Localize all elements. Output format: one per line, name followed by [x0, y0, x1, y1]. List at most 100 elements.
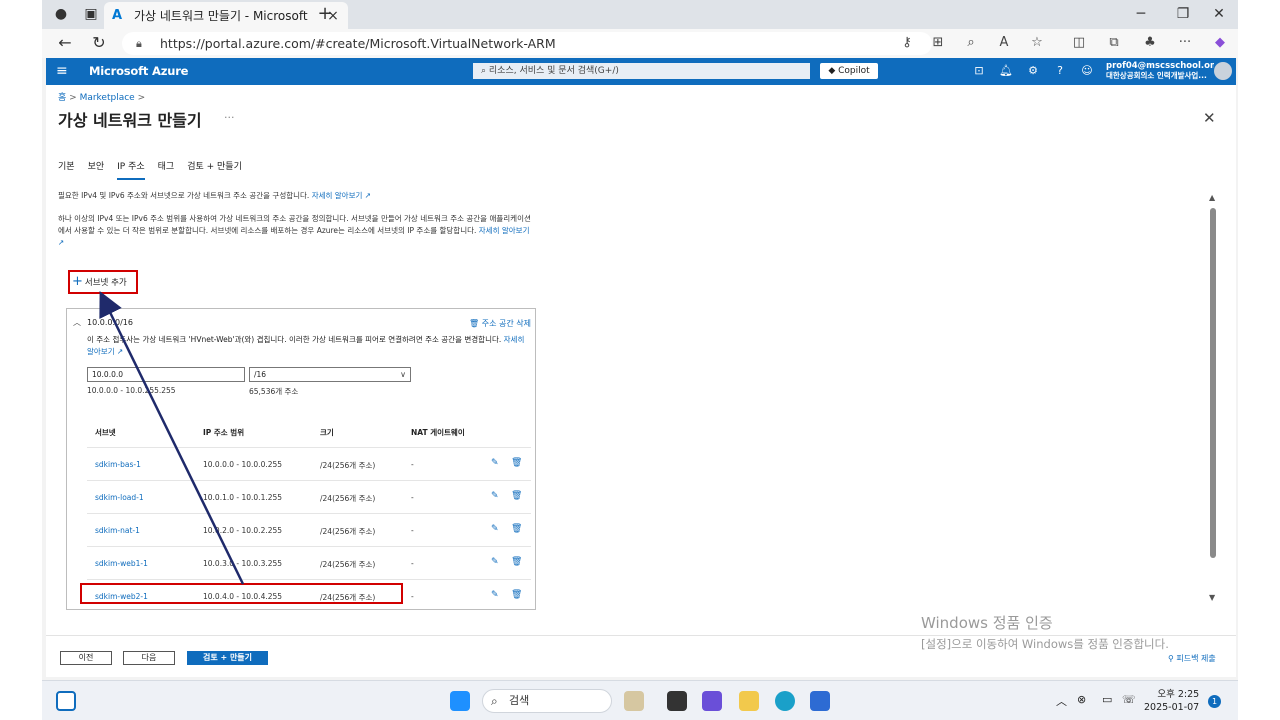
tab-basics[interactable]: 기본	[58, 159, 75, 180]
refresh-icon[interactable]: ↻	[88, 33, 110, 53]
account-org: 대한상공회의소 인력개발사업...	[1106, 71, 1207, 80]
next-button[interactable]: 다음	[123, 651, 175, 665]
description-paragraph: 하나 이상의 IPv4 또는 IPv6 주소 범위를 사용하여 가상 네트워크의…	[58, 213, 536, 249]
intro-learn-more-link[interactable]: 자세히 알아보기	[312, 191, 363, 200]
edge-icon[interactable]	[775, 691, 795, 711]
feedback-icon[interactable]: ☺	[1079, 64, 1095, 77]
breadcrumb-home[interactable]: 홈	[58, 93, 66, 103]
browser-tab[interactable]: A 가상 네트워크 만들기 - Microsoft ×	[104, 2, 348, 29]
review-create-button[interactable]: 검토 + 만들기	[187, 651, 268, 665]
edit-icon[interactable]: ✎	[491, 557, 499, 567]
profile-icon[interactable]: ●	[50, 4, 72, 24]
tab-ip-addresses[interactable]: IP 주소	[117, 159, 145, 180]
key-icon[interactable]: ⚷	[895, 33, 919, 53]
system-clock[interactable]: 오후 2:25 2025-01-07	[1144, 688, 1199, 714]
feedback-link[interactable]: ⚲ 피드백 제출	[1168, 653, 1216, 664]
teams-icon[interactable]	[702, 691, 722, 711]
network-icon[interactable]: ☏	[1122, 693, 1136, 706]
favorite-icon[interactable]: ☆	[1025, 33, 1049, 53]
taskbar-search[interactable]: ⌕ 검색	[482, 689, 612, 713]
intro-text-body: 필요한 IPv4 및 IPv6 주소와 서브넷으로 가상 네트워크 주소 공간을…	[58, 191, 310, 200]
edit-icon[interactable]: ✎	[491, 524, 499, 534]
new-tab-icon[interactable]: +	[314, 4, 336, 24]
address-bar[interactable]: 🔒︎ https://portal.azure.com/#create/Micr…	[122, 32, 932, 55]
subnet-table: 서브넷 IP 주소 범위 크기 NAT 게이트웨이 sdkim-bas-1 10…	[87, 415, 531, 609]
tab-security[interactable]: 보안	[88, 159, 105, 180]
copilot-icon[interactable]: ◆	[1208, 33, 1232, 53]
subnet-name-link[interactable]: sdkim-load-1	[95, 493, 144, 502]
scroll-up-icon[interactable]: ▲	[1209, 193, 1215, 202]
delete-icon[interactable]: 🗑︎	[511, 590, 522, 600]
start-icon[interactable]	[450, 691, 470, 711]
delete-icon[interactable]: 🗑︎	[511, 524, 522, 534]
chevron-up-icon[interactable]: ︿	[1056, 693, 1067, 709]
wizard-tabs: 기본 보안 IP 주소 태그 검토 + 만들기	[58, 159, 255, 180]
scrollbar-thumb[interactable]	[1210, 208, 1216, 558]
store-icon[interactable]	[810, 691, 830, 711]
more-icon[interactable]: ···	[1173, 33, 1197, 53]
collections-icon[interactable]: ⧉	[1102, 33, 1126, 53]
subnet-name-link[interactable]: sdkim-web1-1	[95, 559, 148, 568]
delete-icon[interactable]: 🗑︎	[511, 458, 522, 468]
chevron-up-icon[interactable]: ︿	[73, 317, 81, 328]
task-view-icon[interactable]	[667, 691, 687, 711]
brand[interactable]: Microsoft Azure	[89, 64, 188, 78]
subnet-name-link[interactable]: sdkim-nat-1	[95, 526, 140, 535]
news-icon[interactable]	[624, 691, 644, 711]
address-input[interactable]: 10.0.0.0	[87, 367, 245, 382]
settings-icon[interactable]: ⚙	[1025, 64, 1041, 77]
close-circle-icon[interactable]: ⊗	[1077, 693, 1086, 706]
edit-icon[interactable]: ✎	[491, 491, 499, 501]
subnet-name-link[interactable]: sdkim-bas-1	[95, 460, 141, 469]
monitor-icon[interactable]: ▭	[1102, 693, 1112, 706]
portal-search-input[interactable]: ⌕ 리소스, 서비스 및 문서 검색(G+/)	[473, 63, 810, 79]
previous-button[interactable]: 이전	[60, 651, 112, 665]
file-explorer-icon[interactable]	[739, 691, 759, 711]
subnet-nat: -	[411, 460, 414, 469]
prefix-dropdown[interactable]: /16 ∨	[249, 367, 411, 382]
delete-icon[interactable]: 🗑︎	[511, 557, 522, 567]
external-link-icon: ↗	[117, 347, 124, 356]
tab-actions-icon[interactable]: ▣	[80, 4, 102, 24]
notification-badge[interactable]: 1	[1208, 695, 1221, 708]
taskbar-search-label: 검색	[509, 694, 530, 707]
description-body: 하나 이상의 IPv4 또는 IPv6 주소 범위를 사용하여 가상 네트워크의…	[58, 214, 531, 235]
scroll-down-icon[interactable]: ▼	[1209, 593, 1215, 602]
subnet-name-link[interactable]: sdkim-web2-1	[95, 592, 148, 601]
copilot-button[interactable]: ◆ Copilot	[820, 63, 878, 79]
delete-address-space-button[interactable]: 🗑︎ 주소 공간 삭제	[469, 318, 531, 329]
column-header: NAT 게이트웨이	[411, 428, 465, 437]
zoom-icon[interactable]: ⌕	[959, 33, 983, 53]
breadcrumb-separator: >	[137, 93, 146, 103]
close-blade-icon[interactable]: ✕	[1203, 109, 1216, 127]
minimize-icon[interactable]: ─	[1126, 4, 1156, 24]
apps-icon[interactable]: ⊞	[926, 33, 950, 53]
more-options-button[interactable]: ···	[224, 111, 235, 124]
account-info[interactable]: prof04@mscsschool.on... 대한상공회의소 인력개발사업..…	[1106, 61, 1214, 81]
help-icon[interactable]: ?	[1052, 64, 1068, 77]
external-link-icon: ↗	[58, 238, 65, 247]
extensions-icon[interactable]: ♣	[1138, 33, 1162, 53]
breadcrumb: 홈 > Marketplace >	[58, 90, 145, 103]
tab-review-create[interactable]: 검토 + 만들기	[187, 159, 242, 180]
cloud-shell-icon[interactable]: ⊡	[971, 64, 987, 77]
edit-icon[interactable]: ✎	[491, 590, 499, 600]
tab-tags[interactable]: 태그	[158, 159, 175, 180]
menu-icon[interactable]: ≡	[56, 63, 68, 79]
scrollbar[interactable]: ▲ ▼	[1208, 193, 1218, 605]
close-window-icon[interactable]: ✕	[1204, 4, 1234, 24]
delete-icon[interactable]: 🗑︎	[511, 491, 522, 501]
read-aloud-icon[interactable]: A	[992, 33, 1016, 53]
widgets-icon[interactable]	[56, 691, 76, 711]
breadcrumb-marketplace[interactable]: Marketplace	[80, 93, 135, 103]
back-icon[interactable]: ←	[54, 33, 76, 53]
edit-icon[interactable]: ✎	[491, 458, 499, 468]
add-subnet-button[interactable]: + 서브넷 추가	[68, 270, 138, 294]
notifications-icon[interactable]: 🔔︎	[998, 64, 1014, 77]
avatar[interactable]	[1214, 62, 1232, 80]
description-learn-more-link[interactable]: 자세히 알아보기	[479, 226, 530, 235]
add-subnet-label: 서브넷 추가	[84, 278, 127, 288]
subnet-nat: -	[411, 559, 414, 568]
restore-icon[interactable]: ❐	[1168, 4, 1198, 24]
split-screen-icon[interactable]: ◫	[1067, 33, 1091, 53]
